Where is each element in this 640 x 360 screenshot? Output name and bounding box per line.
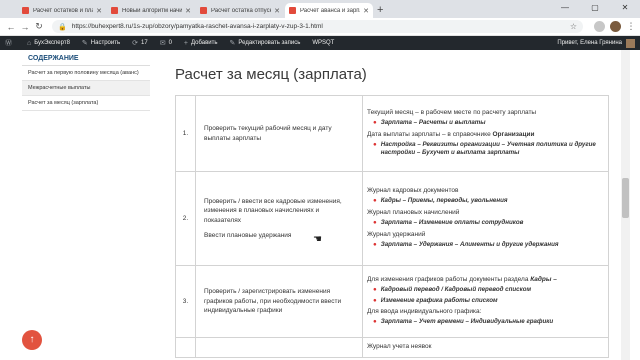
scrollbar-thumb[interactable] [622,178,629,218]
table-row: 2. Проверить / ввести все кадровые измен… [175,171,609,266]
site-favicon-icon [111,7,118,14]
wp-admin-bar: Ⓦ ⌂ БухЭксперт8 ✎ Настроить ⟳ 17 ✉ 0 + Добави… [0,36,640,50]
toc-item-advance[interactable]: Расчет за первую половину месяца (аванс) [22,66,150,81]
table-row: 1. Проверить текущий рабочий месяц и дат… [175,95,609,172]
section-title: Расчет за месяц (зарплата) [175,66,367,83]
step-action: Проверить / зарегистрировать изменения г… [195,265,363,338]
admin-site-link[interactable]: ⌂ БухЭксперт8 [27,40,70,47]
pencil-icon: ✎ [229,40,236,47]
bookmark-star-icon[interactable]: ☆ [570,22,577,31]
bullet-icon: ● [373,240,377,248]
bullet-icon: ● [373,296,377,304]
admin-edit-link[interactable]: ✎ Редактировать запись [230,39,301,47]
browser-tab-3[interactable]: Расчет остатка отпуска за рабо ✕ [196,3,284,18]
comment-icon: ✉ [159,40,166,47]
step-number: 2. [175,171,196,266]
list-item: ● Настройка – Реквизиты организации – Уче… [373,140,596,157]
bullet-icon: ● [373,285,377,293]
bullet-icon: ● [373,197,377,205]
bullet-icon: ● [373,118,377,126]
close-tab-icon[interactable]: ✕ [274,7,280,15]
close-tab-icon[interactable]: ✕ [185,7,191,15]
admin-customize-link[interactable]: ✎ Настроить [82,39,120,47]
tab-title: Новый алгоритм начисления [122,7,183,14]
site-favicon-icon [200,7,207,14]
step-action: Проверить / ввести все кадровые изменени… [195,171,363,266]
step-detail: Журнал учета неявок [362,337,609,358]
list-item: ● Зарплата – Расчеты и выплаты [373,118,486,126]
bullet-icon: ● [373,219,377,227]
admin-plugin-link[interactable]: WPSQT [312,40,334,46]
article-content: Расчет за месяц (зарплата) 1. Проверить … [175,50,613,358]
step-number [175,337,196,358]
refresh-icon: ⟳ [132,40,138,47]
extension-icon[interactable] [594,21,605,32]
admin-add-link[interactable]: + Добавить [184,40,218,47]
back-arrow-icon[interactable]: ← [4,22,18,32]
admin-comments-link[interactable]: ✉ 0 [160,39,172,47]
list-item: ● Зарплата – Учет времени – Индивидуальны… [373,318,554,326]
toc-item-salary[interactable]: Расчет за месяц (зарплата) [22,96,150,111]
step-detail: Журнал кадровых документов ● Кадры – Прие… [362,171,609,266]
browser-toolbar: ← → ↻ 🔒 https://buhexpert8.ru/1s-zup/obz… [0,18,640,36]
list-item: ● Изменение графика работы списком [373,296,498,304]
table-row: 3. Проверить / зарегистрировать изменени… [175,265,609,338]
admin-account-menu[interactable]: Привет, Елена Грянина [557,38,635,48]
plus-icon: + [183,39,188,47]
step-action: Проверить текущий рабочий месяц и дату в… [195,95,363,172]
new-tab-button[interactable]: + [377,3,383,18]
step-number: 3. [175,265,196,338]
brush-icon: ✎ [81,40,88,47]
maximize-button[interactable]: ▢ [580,0,610,16]
tab-title: Расчет остатков и планирован [33,7,93,14]
reload-icon[interactable]: ↻ [32,21,46,32]
list-item: ● Зарплата – Изменение оплаты сотрудников [373,219,524,227]
admin-updates-link[interactable]: ⟳ 17 [132,39,148,47]
steps-table: 1. Проверить текущий рабочий месяц и дат… [175,95,609,358]
tab-title: Расчет аванса и зарплаты в ЗУП [300,7,360,14]
user-avatar [626,38,635,48]
bullet-icon: ● [373,318,377,326]
bullet-icon: ● [373,140,377,148]
url-text: https://buhexpert8.ru/1s-zup/obzory/pamy… [71,23,323,30]
home-icon: ⌂ [27,39,32,47]
step-action [195,337,363,358]
close-window-button[interactable]: ✕ [610,0,640,16]
scroll-to-top-button[interactable]: ↑ [22,330,42,350]
list-item: ● Кадры – Приемы, переводы, увольнения [373,197,508,205]
list-item: ● Зарплата – Удержания – Алименты и други… [373,240,559,248]
table-row: Журнал учета неявок [175,337,609,358]
page-scrollbar[interactable] [621,50,630,360]
browser-menu-icon[interactable]: ⋮ [626,21,636,32]
list-item: ● Кадровый перевод / Кадровый перевод спи… [373,285,532,293]
step-detail: Текущий месяц – в рабочем месте по расче… [362,95,609,172]
site-favicon-icon [22,7,29,14]
site-favicon-icon [289,7,296,14]
window-controls: — ▢ ✕ [550,0,640,16]
wp-logo-icon[interactable]: Ⓦ [5,38,15,48]
minimize-button[interactable]: — [550,0,580,16]
step-detail: Для изменения графиков работы документы … [362,265,609,338]
toc-item-interim[interactable]: Межрасчетные выплаты [22,81,150,96]
hand-cursor-icon: ☚ [313,234,322,245]
forward-arrow-icon[interactable]: → [18,22,32,32]
toc-sidebar: СОДЕРЖАНИЕ Расчет за первую половину мес… [22,52,150,111]
lock-icon: 🔒 [58,23,67,31]
profile-avatar-icon[interactable] [610,21,621,32]
tab-title: Расчет остатка отпуска за рабо [211,7,271,14]
step-number: 1. [175,95,196,172]
toc-title: СОДЕРЖАНИЕ [22,52,150,66]
browser-tab-2[interactable]: Новый алгоритм начисления ✕ [107,3,195,18]
browser-tab-1[interactable]: Расчет остатков и планирован ✕ [18,3,106,18]
address-bar[interactable]: 🔒 https://buhexpert8.ru/1s-zup/obzory/pa… [52,20,583,33]
browser-tab-active[interactable]: Расчет аванса и зарплаты в ЗУП ✕ [285,3,373,18]
admin-greeting: Привет, Елена Грянина [557,40,622,46]
close-tab-icon[interactable]: ✕ [96,7,102,15]
browser-tab-strip: Расчет остатков и планирован ✕ Новый алг… [0,0,640,18]
close-tab-icon[interactable]: ✕ [363,7,369,15]
